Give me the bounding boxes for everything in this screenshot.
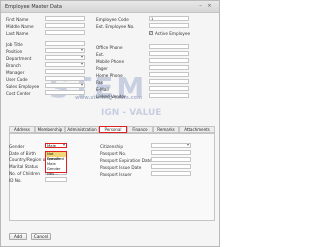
tab-remarks[interactable]: Remarks [153,126,179,133]
sales-employee-select[interactable] [45,83,85,88]
employee-code-field: 1 [149,16,189,21]
last-name-label: Last Name [6,31,29,36]
cancel-button[interactable]: Cancel [31,233,51,240]
position-select[interactable] [45,48,85,53]
gender-dropdown-list: Not Specified Female Male Gender Neu... [45,151,67,176]
email-field[interactable] [149,86,189,91]
watermark-tagline: IGN - VALUE [101,108,162,118]
minimize-icon[interactable]: – [197,3,204,9]
add-button[interactable]: Add [9,233,27,240]
active-employee-checkbox[interactable] [149,30,153,35]
gender-label: Gender [9,144,25,149]
tab-membership[interactable]: Membership [35,126,65,133]
employee-master-data-window: Employee Master Data – × STEM www.sterli… [0,0,220,247]
passport-no-label: Passport No. [100,151,127,156]
tab-attachments[interactable]: Attachments [179,126,215,133]
passport-issuer-label: Passport Issuer [100,172,132,177]
date-of-birth-label: Date of Birth [9,151,36,156]
cost-center-field[interactable] [45,90,85,95]
passport-issuer-field[interactable] [151,171,191,176]
manager-label: Manager [6,70,25,75]
email-label: E-Mail [96,87,109,92]
branch-label: Branch [6,63,21,68]
branch-select[interactable] [45,62,85,67]
ext-label: Ext. [96,52,105,57]
passport-expiration-label: Passport Expiration Date [100,158,152,163]
user-code-field[interactable] [45,76,85,81]
no-of-children-label: No. of Children [9,171,41,176]
tab-address[interactable]: Address [9,126,35,133]
fax-field[interactable] [149,79,189,84]
id-no-field[interactable] [45,177,67,182]
gender-option-gender-neutral[interactable]: Gender Neu... [46,167,66,176]
ext-employee-no-field[interactable] [149,23,189,28]
close-icon[interactable]: × [206,3,213,9]
tab-finance[interactable]: Finance [127,126,153,133]
first-name-label: First Name [6,17,29,22]
office-phone-field[interactable] [149,44,189,49]
home-phone-field[interactable] [149,72,189,77]
department-select[interactable] [45,55,85,60]
title-bar: Employee Master Data – × [1,1,219,13]
pager-field[interactable] [149,65,189,70]
active-employee-label: Active Employee [155,31,191,36]
marital-status-label: Marital Status [9,164,39,169]
ext-field[interactable] [149,51,189,56]
user-code-label: User Code [6,77,28,82]
ext-employee-no-label: Ext. Employee No. [96,24,135,29]
citizenship-label: Citizenship [100,144,123,149]
linked-vendor-field[interactable] [149,93,189,98]
home-phone-label: Home Phone [96,73,123,78]
last-name-field[interactable] [45,30,85,35]
cost-center-label: Cost Center [6,91,31,96]
linked-vendor-label: Linked Vendor [96,94,126,99]
pager-label: Pager [96,66,108,71]
mobile-phone-label: Mobile Phone [96,59,125,64]
passport-expiration-field[interactable] [151,157,191,162]
department-label: Department [6,56,32,61]
tab-administration[interactable]: Administration [65,126,99,133]
job-title-field[interactable] [45,41,85,46]
job-title-label: Job Title [6,42,23,47]
fax-label: Fax [96,80,104,85]
manager-field[interactable] [45,69,85,74]
window-title: Employee Master Data [5,4,62,10]
passport-issue-date-field[interactable] [151,164,191,169]
employee-code-label: Employee Code [96,17,129,22]
mobile-phone-field[interactable] [149,58,189,63]
first-name-field[interactable] [45,16,85,21]
passport-no-field[interactable] [151,150,191,155]
citizenship-select[interactable] [151,143,191,148]
passport-issue-date-label: Passport Issue Date [100,165,142,170]
middle-name-field[interactable] [45,23,85,28]
office-phone-label: Office Phone [96,45,123,50]
gender-select[interactable]: Male [45,143,67,148]
position-label: Position [6,49,23,54]
sales-employee-label: Sales Employee [6,84,40,89]
middle-name-label: Middle Name [6,24,34,29]
id-no-label: ID No. [9,178,22,183]
tab-personal[interactable]: Personal [99,126,127,133]
